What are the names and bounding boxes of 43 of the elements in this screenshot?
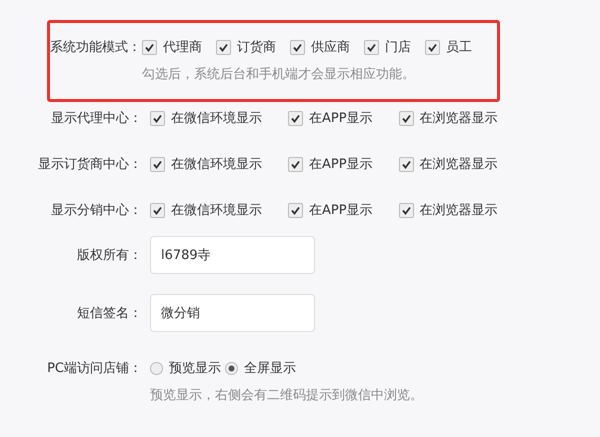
checkbox-label[interactable]: 在浏览器显示 [420,109,498,127]
checkbox[interactable] [398,110,414,126]
field-label: 显示订货商中心： [37,156,143,173]
checkbox[interactable] [150,156,165,172]
checkbox-label[interactable]: 在浏览器显示 [420,155,498,173]
text-field[interactable]: 微分销 [150,294,315,332]
checkbox-label[interactable]: 在APP显示 [309,201,373,219]
radio-button[interactable] [150,362,163,374]
field-label: 显示分销中心： [50,202,143,219]
radio-label[interactable]: 预览显示 [169,359,221,377]
hint-text: 勾选后，系统后台和手机端才会显示相应功能。 [142,66,416,83]
field-label: 显示代理中心： [50,110,143,127]
checkbox[interactable] [288,110,303,126]
checkbox-label[interactable]: 供应商 [311,38,350,56]
checkbox[interactable] [216,40,231,54]
radio-button[interactable] [225,362,238,374]
field-label: 短信签名： [76,305,143,322]
checkbox-label[interactable]: 在APP显示 [309,155,373,173]
hint-text: 预览显示，右侧会有二维码提示到微信中浏览。 [150,387,424,404]
field-label: 版权所有： [76,247,143,264]
checkbox[interactable] [150,202,165,218]
checkbox-label[interactable]: 在APP显示 [309,109,373,127]
checkbox[interactable] [142,40,157,54]
checkbox-label[interactable]: 代理商 [163,38,202,56]
checkbox[interactable] [425,40,440,54]
checkbox-label[interactable]: 员工 [446,38,472,56]
checkbox[interactable] [398,156,414,172]
checkbox-label[interactable]: 在微信环境显示 [171,155,262,173]
checkbox[interactable] [364,40,379,54]
field-label: PC端访问店铺： [46,360,143,377]
radio-label[interactable]: 全屏显示 [244,359,296,377]
field-label: 系统功能模式： [50,39,142,56]
text-field[interactable]: l6789寺 [150,236,315,274]
checkbox[interactable] [288,156,303,172]
checkbox[interactable] [150,110,165,126]
checkbox-label[interactable]: 在微信环境显示 [171,109,262,127]
checkbox[interactable] [288,202,303,218]
checkbox-label[interactable]: 在微信环境显示 [171,201,262,219]
checkbox-label[interactable]: 订货商 [237,38,276,56]
checkbox-label[interactable]: 在浏览器显示 [420,201,498,219]
checkbox-label[interactable]: 门店 [385,38,411,56]
checkbox[interactable] [290,40,305,54]
checkbox[interactable] [398,202,414,218]
